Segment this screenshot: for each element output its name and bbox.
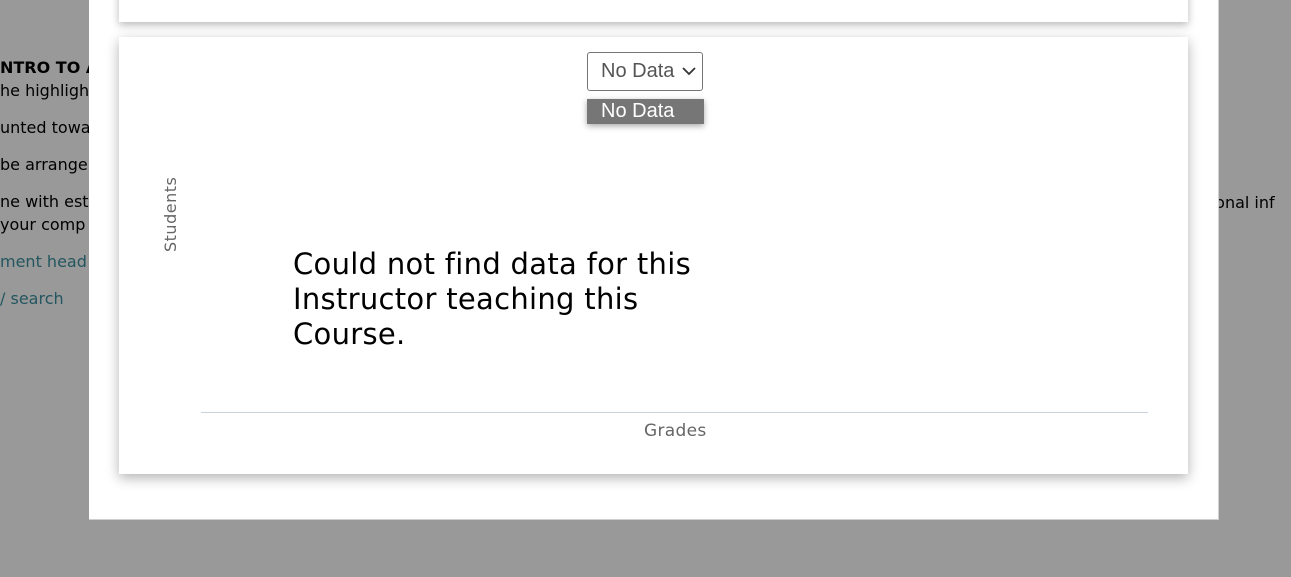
background-course-title: NTRO TO A (0, 58, 99, 77)
term-select[interactable]: No Data (587, 52, 703, 91)
x-axis-label: Grades (644, 421, 707, 441)
no-data-message: Could not find data for this Instructor … (293, 247, 691, 351)
background-text-line: unted towa (0, 118, 91, 137)
chevron-down-icon (682, 67, 696, 76)
y-axis-label: Students (161, 176, 180, 252)
x-axis-line (201, 412, 1148, 413)
chart-card: No Data No Data Students Could not find … (119, 37, 1188, 474)
background-text-line: be arrange (0, 155, 88, 174)
background-text-line: your comp (0, 215, 86, 234)
term-select-value: No Data (601, 60, 675, 82)
background-link-department[interactable]: ment head (0, 252, 87, 271)
term-select-dropdown: No Data (587, 99, 704, 124)
background-text-line: he highligh (0, 81, 90, 100)
grade-distribution-modal: No Data No Data Students Could not find … (89, 0, 1219, 520)
term-option[interactable]: No Data (587, 99, 704, 124)
background-link-search[interactable]: / search (0, 289, 64, 308)
top-card (119, 0, 1188, 22)
background-text-line: ne with est (0, 192, 89, 211)
modal-body: No Data No Data Students Could not find … (89, 0, 1218, 519)
